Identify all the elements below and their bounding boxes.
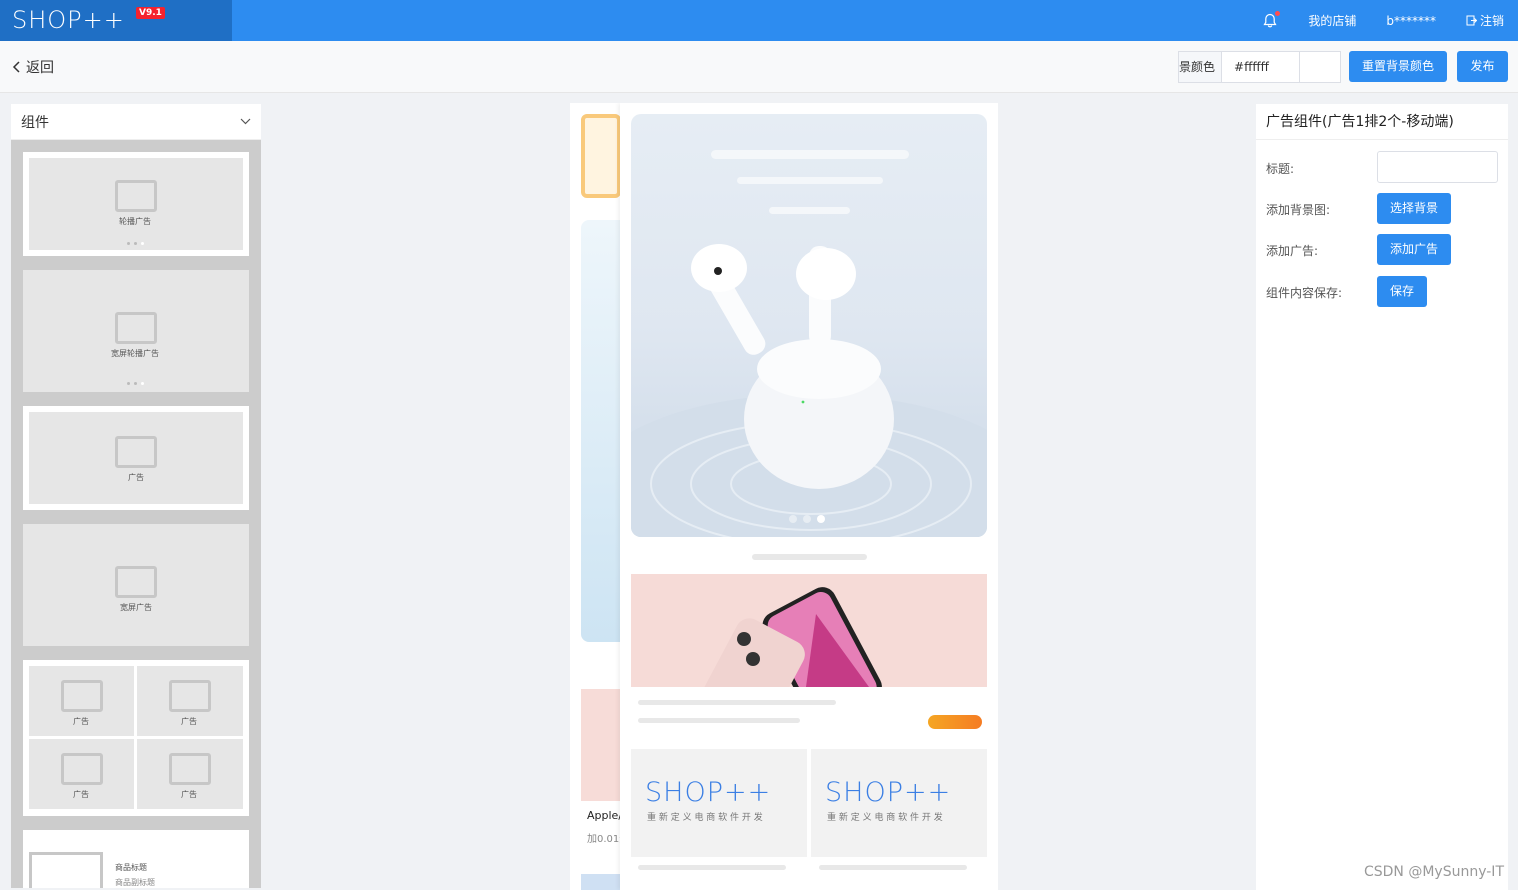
carousel-dots (127, 242, 144, 245)
ad-tile-logo: SHOP++ (645, 777, 772, 808)
image-icon (61, 680, 103, 712)
bg-color-input-group: 景颜色 #ffffff (1178, 51, 1342, 83)
component-wide-ad[interactable]: 宽屏广告 (23, 524, 249, 646)
title-input[interactable] (1377, 151, 1498, 183)
grid-cell: 广告 (137, 739, 243, 809)
component-label: 宽屏轮播广告 (111, 349, 159, 358)
back-button[interactable]: 返回 (12, 57, 54, 77)
image-icon (169, 680, 211, 712)
username[interactable]: b******* (1386, 14, 1436, 28)
phone-preview: SHOP++ 重 新 定 义 电 商 软 件 开 发 SHOP++ 重 新 定 … (620, 103, 998, 890)
logout-link[interactable]: 注销 (1466, 12, 1504, 29)
grid-cell: 广告 (29, 666, 134, 736)
title-label: 标题: (1266, 162, 1295, 176)
ad-tile-2[interactable]: SHOP++ 重 新 定 义 电 商 软 件 开 发 (811, 749, 987, 857)
component-wide-carousel-ad[interactable]: 宽屏轮播广告 (23, 270, 249, 392)
bg-image-label: 添加背景图: (1266, 203, 1331, 217)
product-title: 商品标题 (115, 863, 147, 872)
image-icon (115, 180, 157, 212)
grid-cell-label: 广告 (181, 717, 197, 726)
carousel-dots (127, 382, 144, 385)
background-product-image (581, 689, 621, 801)
properties-panel: 广告组件(广告1排2个-移动端) 标题: 添加背景图: 选择背景 添加广告: 添… (1256, 104, 1508, 890)
background-banner (581, 220, 621, 642)
component-ad[interactable]: 广告 (23, 406, 249, 510)
component-product[interactable]: 商品标题 商品副标题 (23, 830, 249, 888)
save-content-label: 组件内容保存: (1266, 286, 1343, 300)
grid-cell-label: 广告 (73, 790, 89, 799)
top-navbar: SHOP++ V9.1 我的店铺 b******* 注销 (0, 0, 1518, 41)
ad-tile-tagline: 重 新 定 义 电 商 软 件 开 发 (827, 813, 943, 823)
my-store-link[interactable]: 我的店铺 (1308, 12, 1356, 29)
product-price: 加0.01元 (587, 834, 621, 845)
add-ad-button[interactable]: 添加广告 (1377, 234, 1451, 265)
chevron-down-icon (240, 118, 251, 125)
preview-canvas: Apple/ 加0.01元 (570, 103, 998, 890)
logout-label: 注销 (1479, 14, 1504, 28)
carousel-dots[interactable] (789, 515, 825, 523)
image-icon (115, 436, 157, 468)
logo-area[interactable]: SHOP++ V9.1 (0, 0, 232, 41)
components-panel: 组件 轮播广告 宽屏轮播广告 广告 宽屏广告 广告 广告 广告 广告 商品标题 … (11, 104, 261, 888)
component-ad-grid[interactable]: 广告 广告 广告 广告 (23, 660, 249, 816)
choose-bg-button[interactable]: 选择背景 (1377, 193, 1451, 224)
product-subtitle: 商品副标题 (115, 878, 155, 887)
version-badge: V9.1 (136, 7, 165, 19)
editor-toolbar: 返回 景颜色 #ffffff (0, 41, 1518, 93)
save-button[interactable]: 保存 (1377, 276, 1427, 307)
image-placeholder: 轮播广告 (29, 158, 243, 250)
publish-button[interactable]: 发布 (1457, 51, 1508, 82)
grid-cell-label: 广告 (181, 790, 197, 799)
notification-dot (1275, 10, 1281, 16)
top-nav-right: 我的店铺 b******* 注销 (1262, 0, 1504, 41)
bg-color-swatch[interactable] (1300, 52, 1341, 82)
components-header[interactable]: 组件 (11, 104, 261, 140)
background-tile (581, 874, 621, 890)
product-image-icon (29, 852, 103, 888)
properties-title: 广告组件(广告1排2个-移动端) (1256, 104, 1508, 140)
iphone-image (696, 587, 882, 687)
grid-cell: 广告 (29, 739, 134, 809)
earbuds-image (631, 244, 987, 537)
buy-button[interactable] (928, 715, 982, 729)
image-icon (61, 753, 103, 785)
grid-cell: 广告 (137, 666, 243, 736)
bg-color-label: 景颜色 (1179, 52, 1223, 82)
grid-cell-label: 广告 (73, 717, 89, 726)
app-logo: SHOP++ (12, 6, 125, 34)
ad-tile-1[interactable]: SHOP++ 重 新 定 义 电 商 软 件 开 发 (631, 749, 807, 857)
reset-bg-color-button[interactable]: 重置背景颜色 (1349, 51, 1447, 82)
bell-icon[interactable] (1262, 10, 1281, 29)
bg-color-input[interactable]: #ffffff (1222, 52, 1301, 82)
component-label: 宽屏广告 (120, 603, 152, 612)
image-placeholder: 广告 (29, 412, 243, 504)
logout-icon (1466, 15, 1477, 26)
components-title: 组件 (21, 114, 49, 131)
image-icon (115, 312, 157, 344)
product-name: Apple/ (587, 809, 623, 822)
component-label: 广告 (128, 473, 144, 482)
back-label: 返回 (26, 60, 54, 76)
watermark: CSDN @MySunny-IT (1363, 864, 1504, 880)
coupon-icon (581, 114, 621, 198)
add-ad-label: 添加广告: (1266, 244, 1319, 258)
ad-tile-tagline: 重 新 定 义 电 商 软 件 开 发 (647, 813, 763, 823)
image-icon (169, 753, 211, 785)
component-carousel-ad[interactable]: 轮播广告 (23, 152, 249, 256)
ad-tile-logo: SHOP++ (825, 777, 952, 808)
chevron-left-icon (12, 61, 20, 73)
image-icon (115, 566, 157, 598)
component-label: 轮播广告 (119, 217, 151, 226)
iphone-ad-banner[interactable] (631, 574, 987, 687)
carousel-banner[interactable] (631, 114, 987, 537)
